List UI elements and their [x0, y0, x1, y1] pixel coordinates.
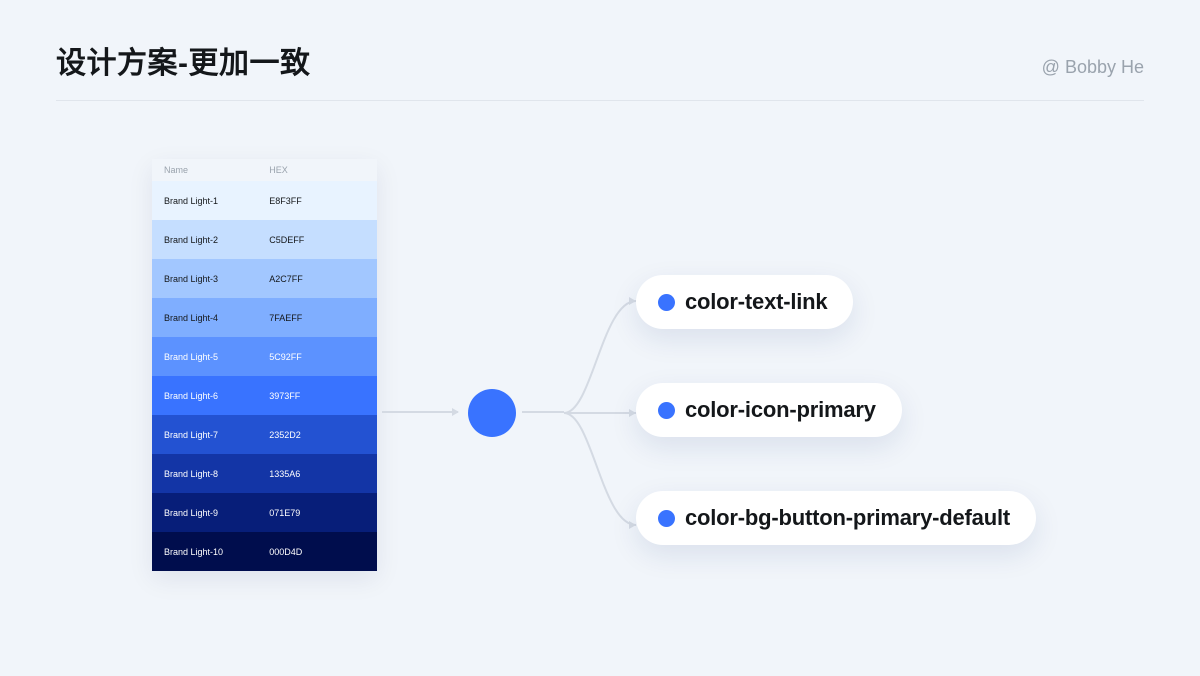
- column-header-name: Name: [164, 165, 269, 175]
- token-list: color-text-link color-icon-primary color-b…: [636, 275, 1036, 545]
- palette-row-hex: C5DEFF: [269, 235, 365, 245]
- palette-row-hex: E8F3FF: [269, 196, 365, 206]
- palette-row: Brand Light-72352D2: [152, 415, 377, 454]
- arrow-icon: [382, 411, 458, 413]
- token-label: color-text-link: [685, 289, 827, 315]
- branch-lines: [562, 275, 642, 555]
- token-pill: color-icon-primary: [636, 383, 902, 437]
- palette-row-hex: 5C92FF: [269, 352, 365, 362]
- arrow-stub: [522, 411, 564, 413]
- palette-row: Brand Light-9071E79: [152, 493, 377, 532]
- column-header-hex: HEX: [269, 165, 365, 175]
- palette-row: Brand Light-55C92FF: [152, 337, 377, 376]
- color-palette: Name HEX Brand Light-1E8F3FFBrand Light-…: [152, 159, 377, 571]
- palette-row-name: Brand Light-2: [164, 235, 269, 245]
- color-swatch-icon: [658, 510, 675, 527]
- color-swatch-icon: [658, 402, 675, 419]
- palette-row-hex: A2C7FF: [269, 274, 365, 284]
- palette-row: Brand Light-10000D4D: [152, 532, 377, 571]
- token-label: color-icon-primary: [685, 397, 876, 423]
- palette-row: Brand Light-63973FF: [152, 376, 377, 415]
- palette-row-name: Brand Light-1: [164, 196, 269, 206]
- palette-row-name: Brand Light-8: [164, 469, 269, 479]
- token-label: color-bg-button-primary-default: [685, 505, 1010, 531]
- content-area: Name HEX Brand Light-1E8F3FFBrand Light-…: [0, 101, 1200, 676]
- page-title: 设计方案-更加一致: [56, 38, 311, 82]
- palette-row-name: Brand Light-9: [164, 508, 269, 518]
- color-swatch-icon: [658, 294, 675, 311]
- palette-row-name: Brand Light-6: [164, 391, 269, 401]
- header: 设计方案-更加一致 @ Bobby He: [0, 0, 1200, 100]
- palette-header-row: Name HEX: [152, 159, 377, 181]
- brand-color-dot: [468, 389, 516, 437]
- palette-row-hex: 3973FF: [269, 391, 365, 401]
- palette-row: Brand Light-3A2C7FF: [152, 259, 377, 298]
- token-pill: color-bg-button-primary-default: [636, 491, 1036, 545]
- palette-row: Brand Light-47FAEFF: [152, 298, 377, 337]
- palette-row-hex: 2352D2: [269, 430, 365, 440]
- palette-row: Brand Light-81335A6: [152, 454, 377, 493]
- palette-row-hex: 1335A6: [269, 469, 365, 479]
- palette-row: Brand Light-1E8F3FF: [152, 181, 377, 220]
- token-pill: color-text-link: [636, 275, 853, 329]
- palette-row-hex: 071E79: [269, 508, 365, 518]
- palette-row-hex: 7FAEFF: [269, 313, 365, 323]
- author-label: @ Bobby He: [1042, 57, 1144, 78]
- palette-row-name: Brand Light-7: [164, 430, 269, 440]
- palette-row: Brand Light-2C5DEFF: [152, 220, 377, 259]
- palette-row-hex: 000D4D: [269, 547, 365, 557]
- palette-row-name: Brand Light-4: [164, 313, 269, 323]
- palette-row-name: Brand Light-10: [164, 547, 269, 557]
- palette-row-name: Brand Light-3: [164, 274, 269, 284]
- palette-row-name: Brand Light-5: [164, 352, 269, 362]
